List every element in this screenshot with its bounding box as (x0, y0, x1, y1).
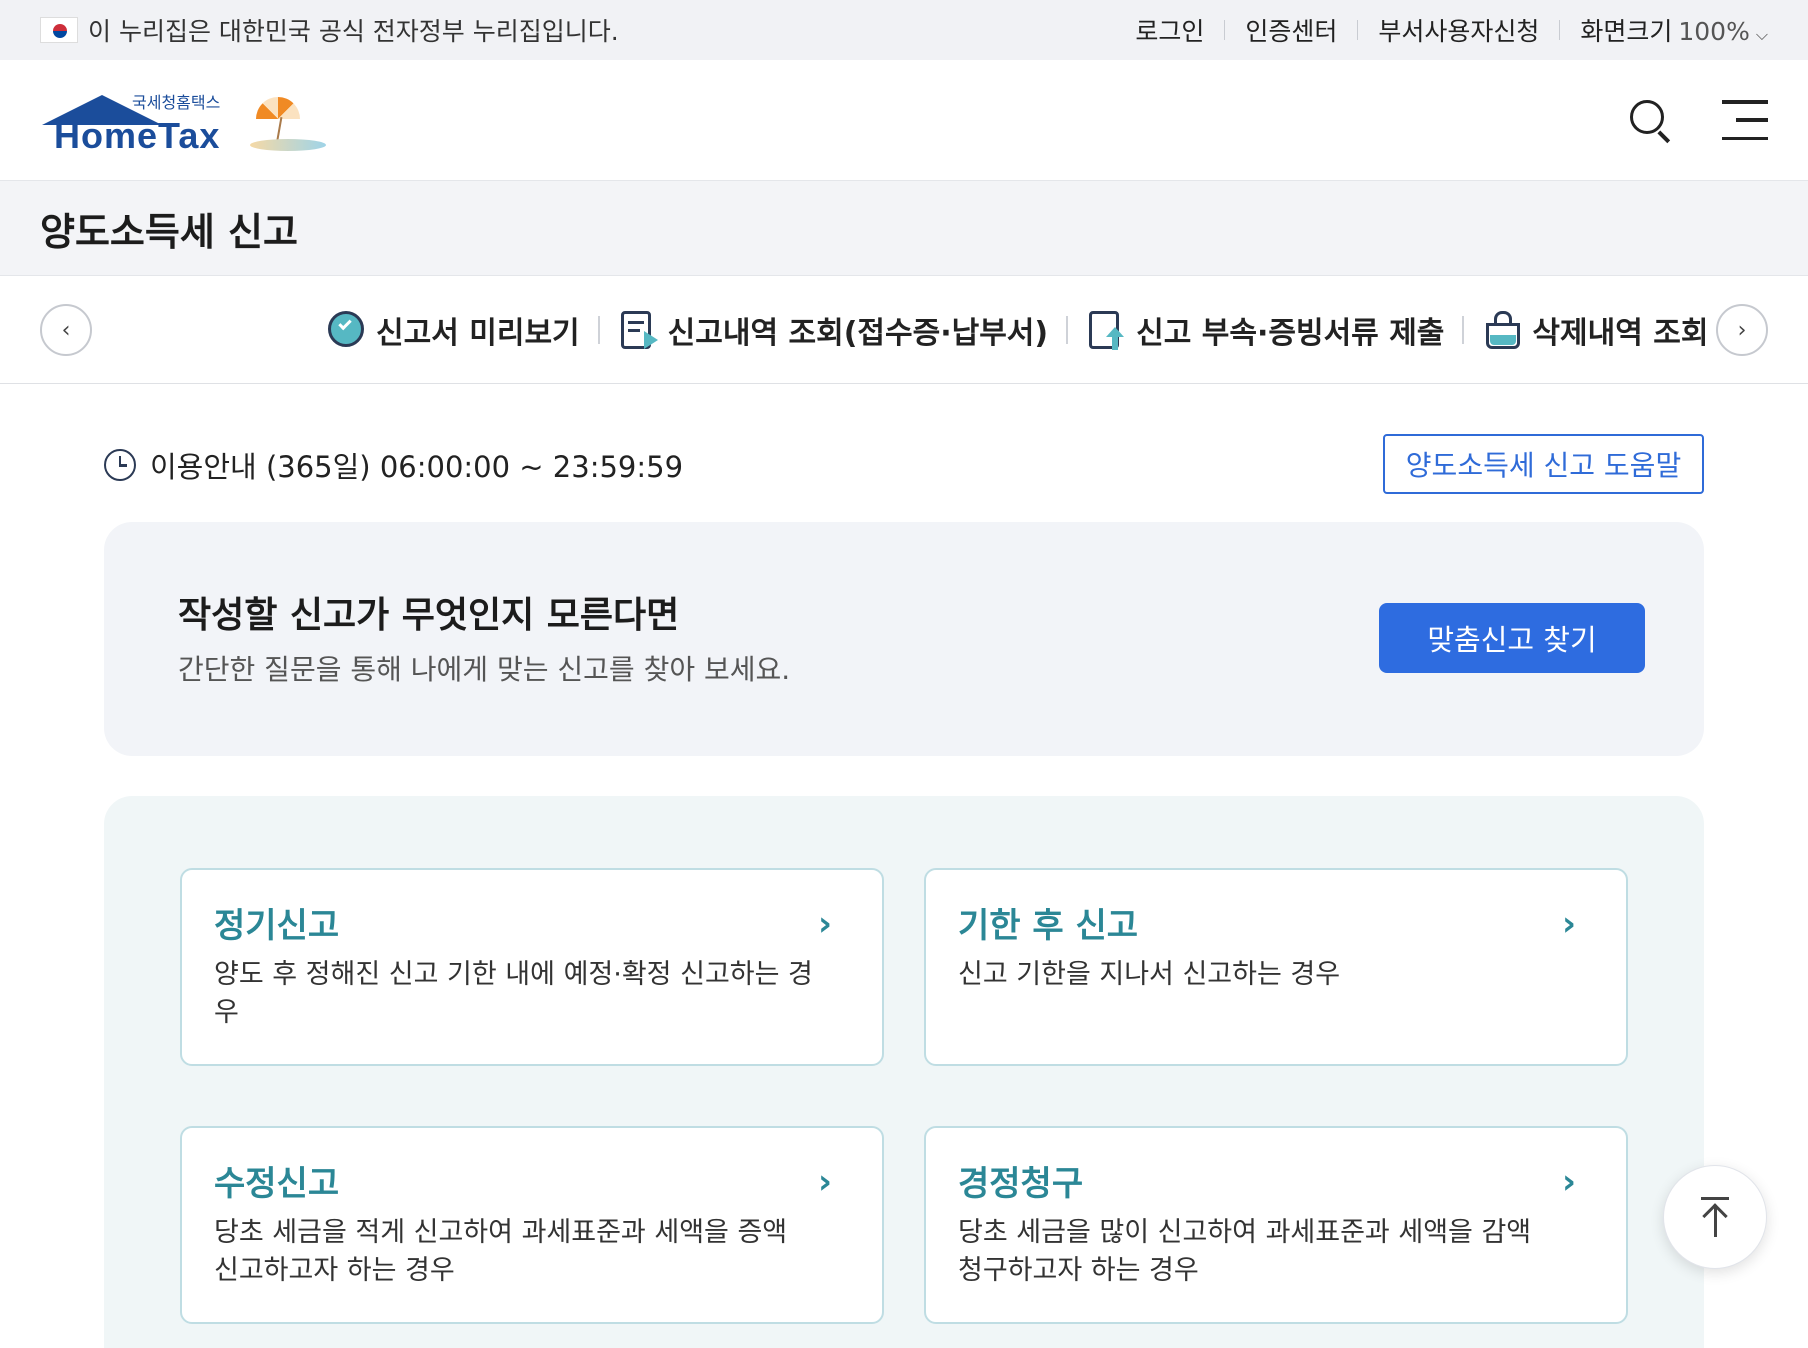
page-title-bar: 양도소득세 신고 (0, 180, 1808, 276)
chevron-right-icon: › (1737, 317, 1747, 343)
service-hours-text: 이용안내 (365일) 06:00:00 ~ 23:59:59 (150, 450, 684, 484)
korean-flag-icon (40, 17, 78, 43)
zoom-value: 100% (1678, 17, 1750, 46)
card-description: 당초 세금을 많이 신고하여 과세표준과 세액을 감액 청구하고자 하는 경우 (958, 1217, 1532, 1286)
quick-item-label: 삭제내역 조회 (1532, 316, 1709, 351)
quick-item-label: 신고내역 조회(접수증·납부서) (667, 316, 1049, 351)
back-to-top-button[interactable] (1663, 1165, 1767, 1269)
quick-menu-prev-button[interactable]: ‹ (40, 304, 92, 356)
site-header: 국세청홈택스 HomeTax (0, 60, 1808, 180)
preview-check-icon (326, 309, 368, 351)
card-amended-filing[interactable]: 수정신고 › 당초 세금을 적게 신고하여 과세표준과 세액을 증액 신고하고자… (180, 1126, 884, 1324)
quick-item-label: 신고서 미리보기 (376, 316, 580, 351)
document-upload-icon (1086, 309, 1128, 351)
document-play-icon (618, 309, 660, 351)
card-title: 기한 후 신고 (958, 906, 1139, 946)
divider (1066, 316, 1069, 344)
trash-icon (1482, 309, 1524, 351)
card-title: 경정청구 (958, 1164, 1084, 1204)
dept-user-apply-link[interactable]: 부서사용자신청 (1378, 12, 1539, 48)
card-late-filing[interactable]: 기한 후 신고 › 신고 기한을 지나서 신고하는 경우 (924, 868, 1628, 1066)
utility-links: 로그인 인증센터 부서사용자신청 화면크기 100% ⌵ (1135, 12, 1768, 48)
help-button[interactable]: 양도소득세 신고 도움말 (1383, 434, 1704, 494)
cert-center-link[interactable]: 인증센터 (1245, 12, 1337, 48)
card-title: 정기신고 (214, 906, 340, 946)
filing-type-cards: 정기신고 › 양도 후 정해진 신고 기한 내에 예정·확정 신고하는 경우 기… (104, 796, 1704, 1348)
hometax-logo[interactable]: 국세청홈택스 HomeTax (40, 85, 328, 156)
chevron-left-icon: ‹ (61, 317, 71, 343)
gov-notice: 이 누리집은 대한민국 공식 전자정부 누리집입니다. (40, 12, 619, 48)
quick-item-deleted[interactable]: 삭제내역 조회 (1482, 308, 1708, 352)
find-custom-filing-button[interactable]: 맞춤신고 찾기 (1379, 603, 1645, 673)
gov-notice-text: 이 누리집은 대한민국 공식 전자정부 누리집입니다. (88, 17, 619, 46)
logo-mark: 국세청홈택스 HomeTax (40, 85, 240, 156)
chevron-right-icon: › (818, 1162, 833, 1202)
card-description: 양도 후 정해진 신고 기한 내에 예정·확정 신고하는 경우 (214, 959, 813, 1028)
page-title: 양도소득세 신고 (40, 209, 298, 254)
arrow-up-icon (1700, 1197, 1730, 1237)
divider (1224, 20, 1226, 40)
finder-title: 작성할 신고가 무엇인지 모른다면 (178, 595, 680, 636)
quick-item-label: 신고 부속·증빙서류 제출 (1136, 316, 1445, 351)
menu-icon[interactable] (1722, 100, 1768, 140)
divider (597, 316, 600, 344)
zoom-selector[interactable]: 화면크기 100% ⌵ (1580, 12, 1768, 48)
quick-item-history[interactable]: 신고내역 조회(접수증·납부서) (618, 308, 1048, 352)
chevron-right-icon: › (1562, 1162, 1577, 1202)
custom-filing-finder: 작성할 신고가 무엇인지 모른다면 간단한 질문을 통해 나에게 맞는 신고를 … (104, 522, 1704, 756)
beach-umbrella-icon (250, 91, 328, 155)
quick-item-preview[interactable]: 신고서 미리보기 (326, 308, 580, 352)
quick-menu-next-button[interactable]: › (1716, 304, 1768, 356)
card-description: 신고 기한을 지나서 신고하는 경우 (958, 959, 1341, 990)
divider (1462, 316, 1465, 344)
finder-description: 간단한 질문을 통해 나에게 맞는 신고를 찾아 보세요. (178, 653, 791, 686)
quick-menu-items: 신고서 미리보기 신고내역 조회(접수증·납부서) 신고 부속·증빙서류 제출 … (326, 276, 1708, 384)
logo-text: HomeTax (54, 115, 221, 156)
search-icon[interactable] (1628, 98, 1672, 143)
login-link[interactable]: 로그인 (1135, 12, 1204, 48)
card-refund-claim[interactable]: 경정청구 › 당초 세금을 많이 신고하여 과세표준과 세액을 감액 청구하고자… (924, 1126, 1628, 1324)
card-title: 수정신고 (214, 1164, 340, 1204)
service-hours: 이용안내 (365일) 06:00:00 ~ 23:59:59 (104, 444, 683, 486)
gov-banner: 이 누리집은 대한민국 공식 전자정부 누리집입니다. 로그인 인증센터 부서사… (0, 0, 1808, 60)
chevron-right-icon: › (818, 904, 833, 944)
divider (1559, 20, 1561, 40)
card-description: 당초 세금을 적게 신고하여 과세표준과 세액을 증액 신고하고자 하는 경우 (214, 1217, 788, 1286)
divider (1357, 20, 1359, 40)
logo-subtitle: 국세청홈택스 (132, 93, 221, 112)
header-actions (1628, 98, 1768, 143)
quick-menu: ‹ 신고서 미리보기 신고내역 조회(접수증·납부서) 신고 부속·증빙서류 제… (0, 276, 1808, 384)
clock-icon (104, 449, 136, 481)
card-regular-filing[interactable]: 정기신고 › 양도 후 정해진 신고 기한 내에 예정·확정 신고하는 경우 (180, 868, 884, 1066)
zoom-label: 화면크기 (1580, 17, 1673, 46)
chevron-down-icon: ⌵ (1755, 25, 1768, 44)
chevron-right-icon: › (1562, 904, 1577, 944)
quick-item-attachments[interactable]: 신고 부속·증빙서류 제출 (1086, 308, 1444, 352)
